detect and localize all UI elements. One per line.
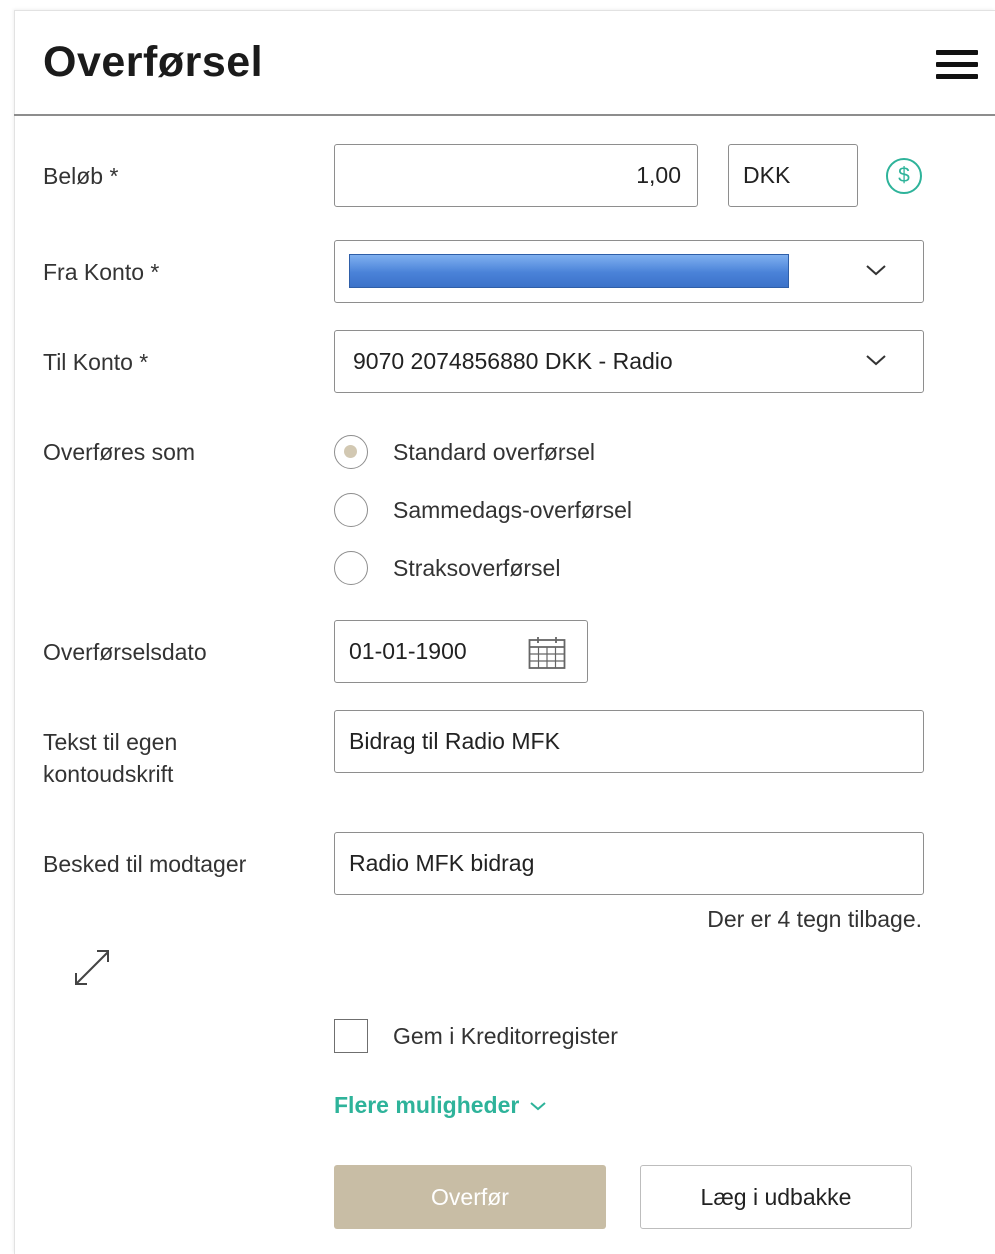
currency-input[interactable]: DKK [728, 144, 858, 207]
radio-instant-label[interactable]: Straksoverførsel [393, 551, 560, 585]
own-text-value: Bidrag til Radio MFK [349, 728, 560, 754]
chevron-down-icon [866, 265, 886, 276]
transfer-type-label: Overføres som [43, 439, 196, 465]
chevron-down-icon [530, 1101, 546, 1110]
chevron-down-icon [866, 355, 886, 366]
save-creditor-checkbox[interactable] [334, 1019, 368, 1053]
to-account-value: 9070 2074856880 DKK - Radio [353, 348, 673, 374]
save-creditor-label[interactable]: Gem i Kreditorregister [393, 1019, 618, 1053]
date-value: 01-01-1900 [349, 638, 467, 664]
own-text-input[interactable]: Bidrag til Radio MFK [334, 710, 924, 773]
from-account-label: Fra Konto * [43, 259, 160, 285]
own-text-label-line1: Tekst til egen [43, 729, 178, 755]
outbox-button[interactable]: Læg i udbakke [640, 1165, 912, 1229]
date-label: Overførselsdato [43, 639, 207, 665]
calendar-icon[interactable] [528, 636, 566, 670]
message-input[interactable]: Radio MFK bidrag [334, 832, 924, 895]
radio-standard-label[interactable]: Standard overførsel [393, 435, 595, 469]
amount-label: Beløb * [43, 163, 119, 189]
transfer-button[interactable]: Overfør [334, 1165, 606, 1229]
amount-value: 1,00 [636, 162, 681, 188]
to-account-select[interactable]: 9070 2074856880 DKK - Radio [334, 330, 924, 393]
radio-same-day-label[interactable]: Sammedags-overførsel [393, 493, 632, 527]
expand-icon[interactable] [70, 946, 114, 990]
amount-input[interactable]: 1,00 [334, 144, 698, 207]
hamburger-menu-icon[interactable] [936, 50, 980, 80]
to-account-label: Til Konto * [43, 349, 149, 375]
redacted-account-bar [349, 254, 789, 288]
more-options-label: Flere muligheder [334, 1092, 520, 1118]
message-value: Radio MFK bidrag [349, 850, 535, 876]
radio-instant[interactable] [334, 551, 368, 585]
from-account-select[interactable] [334, 240, 924, 303]
own-text-label-line2: kontoudskrift [43, 761, 174, 787]
message-label: Besked til modtager [43, 851, 247, 877]
radio-standard[interactable] [334, 435, 368, 469]
currency-value: DKK [743, 162, 791, 188]
chars-left-text: Der er 4 tegn tilbage. [707, 906, 922, 932]
more-options-link[interactable]: Flere muligheder [334, 1092, 547, 1119]
header-divider [14, 114, 995, 116]
dollar-circle-icon[interactable]: $ [886, 158, 922, 194]
radio-same-day[interactable] [334, 493, 368, 527]
page-title: Overførsel [43, 38, 264, 86]
